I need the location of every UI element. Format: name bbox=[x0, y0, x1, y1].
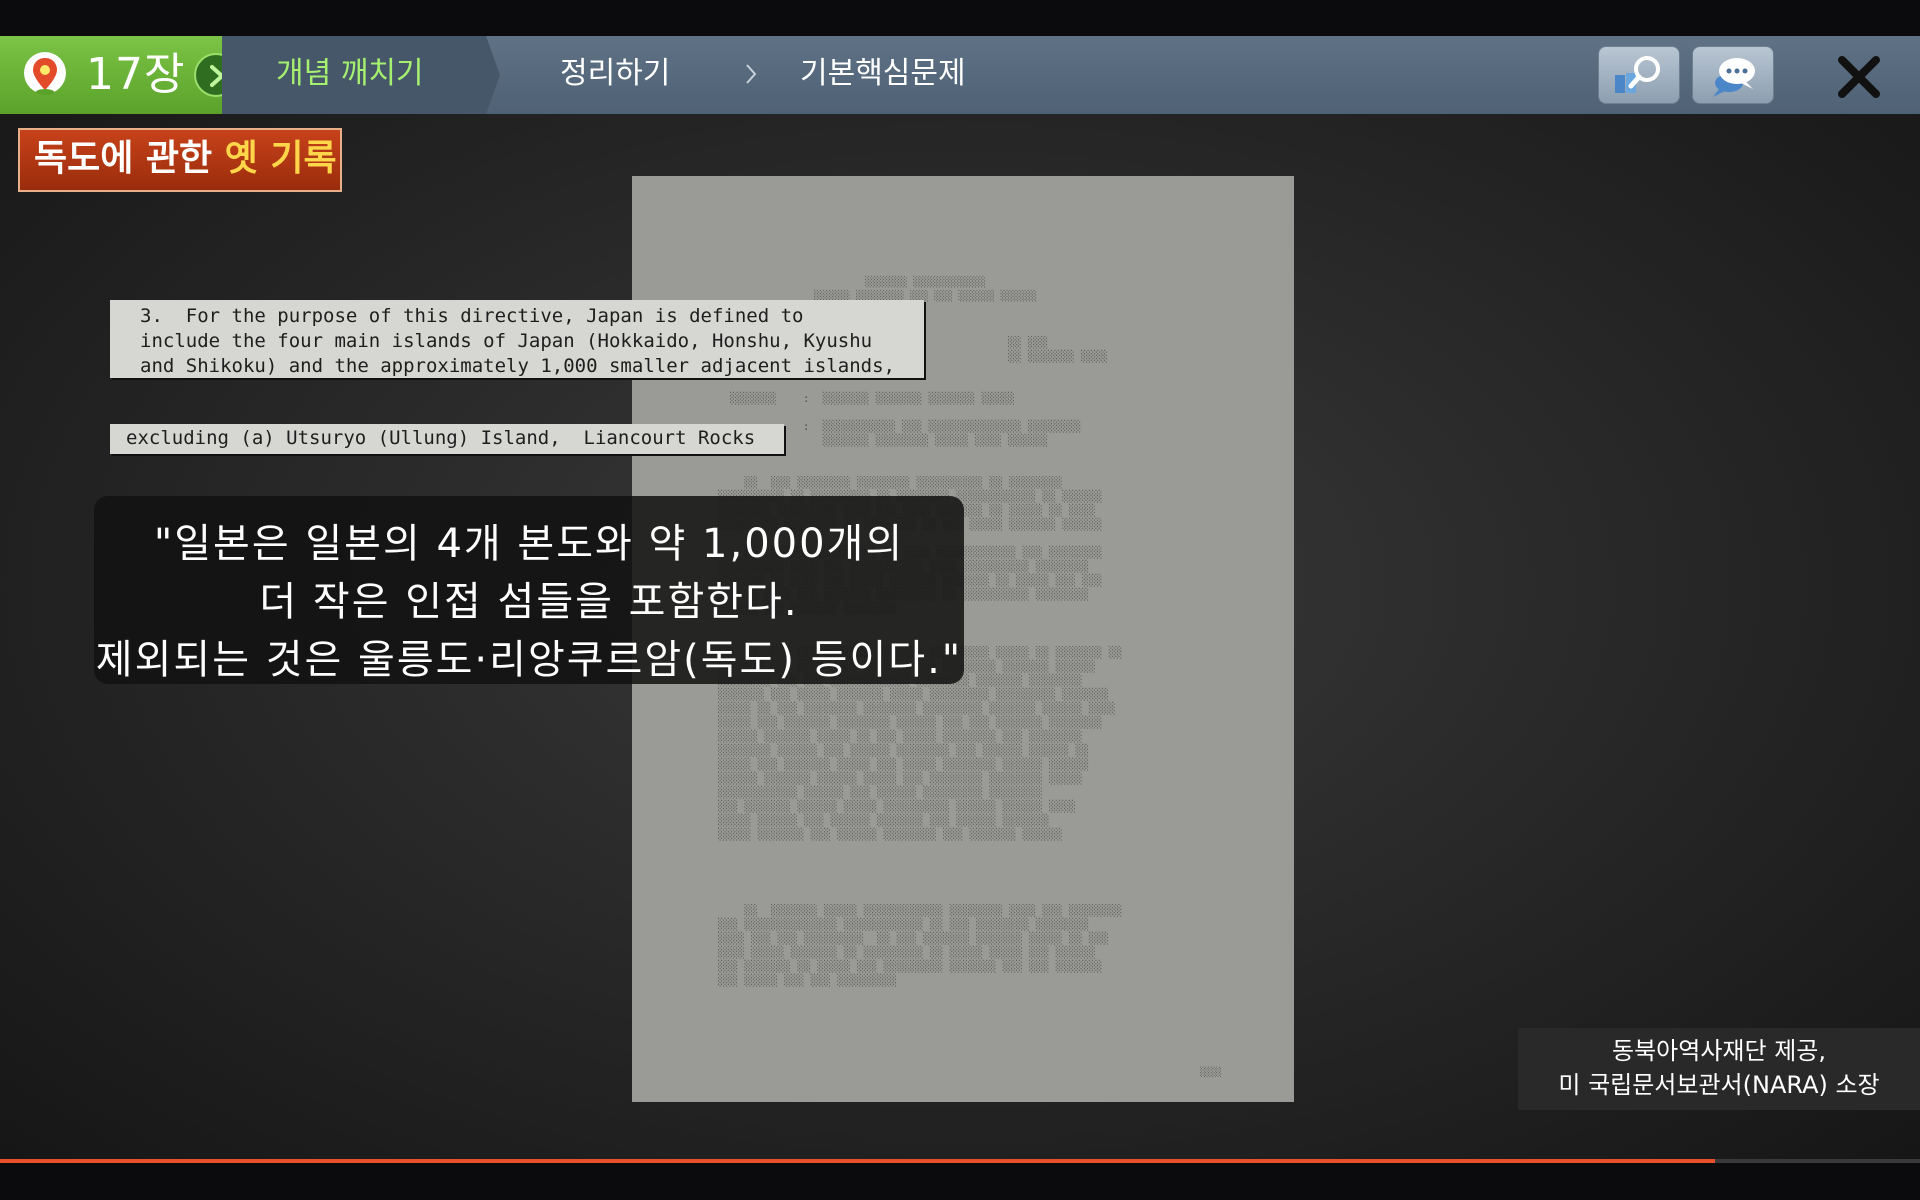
book-search-icon bbox=[1615, 56, 1660, 93]
slide-title: 독도에 관한 옛 기록 bbox=[18, 128, 342, 192]
document-excerpt-article-3: 3. For the purpose of this directive, Ja… bbox=[110, 300, 924, 378]
top-strip bbox=[0, 0, 1920, 36]
document-paragraph-texture: ░░ ░░░░░░░ ░░░░░ ░░░░░░░░░░░░ ░░░░░░░░ ░… bbox=[718, 904, 1122, 987]
nav-active-arrow bbox=[486, 36, 500, 114]
credit-line: 동북아역사재단 제공, bbox=[1612, 1037, 1826, 1065]
subtitle-line: "일본은 일본의 4개 본도와 약 1,000개의 bbox=[153, 521, 905, 567]
tab-core-problems[interactable]: 기본핵심문제 bbox=[800, 54, 966, 94]
search-button[interactable] bbox=[1598, 46, 1680, 104]
document-excerpt-exclusion: excluding (a) Utsuryo (Ullung) Island, L… bbox=[110, 424, 784, 454]
chapter-label: 17장 bbox=[86, 49, 186, 100]
document-footer-texture: ░░░░ bbox=[1200, 1068, 1222, 1078]
map-pin-icon bbox=[24, 52, 66, 95]
tab-concept[interactable]: 개념 깨치기 bbox=[276, 54, 424, 94]
video-stage[interactable]: 독도에 관한 옛 기록 ░░░░░░░ ░░░░░░░░░░░░ ░░░░░░ … bbox=[0, 114, 1920, 1160]
chevron-separator-icon bbox=[746, 64, 757, 84]
slide-title-highlight: 옛 기록 bbox=[224, 138, 337, 179]
subtitle-box: "일본은 일본의 4개 본도와 약 1,000개의 더 작은 인접 섬들을 포함… bbox=[94, 496, 964, 684]
credit-line: 미 국립문서보관서(NARA) 소장 bbox=[1558, 1071, 1880, 1099]
chat-bubble-icon bbox=[1713, 58, 1755, 97]
source-credit: 동북아역사재단 제공, 미 국립문서보관서(NARA) 소장 bbox=[1518, 1028, 1920, 1110]
bottom-strip bbox=[0, 1163, 1920, 1200]
navigation-bar: 17장 개념 깨치기 정리하기 기본핵심문제 bbox=[0, 36, 1920, 115]
slide-title-prefix: 독도에 관한 bbox=[34, 138, 213, 179]
tab-summary[interactable]: 정리하기 bbox=[560, 54, 670, 94]
close-icon[interactable] bbox=[1836, 54, 1882, 100]
subtitle-line: 제외되는 것은 울릉도·리앙쿠르암(독도) 등이다." bbox=[95, 637, 963, 683]
chapter-indicator: 17장 bbox=[0, 36, 222, 114]
subtitle-line: 더 작은 인접 섬들을 포함한다. bbox=[259, 579, 799, 625]
chat-button[interactable] bbox=[1692, 46, 1774, 104]
